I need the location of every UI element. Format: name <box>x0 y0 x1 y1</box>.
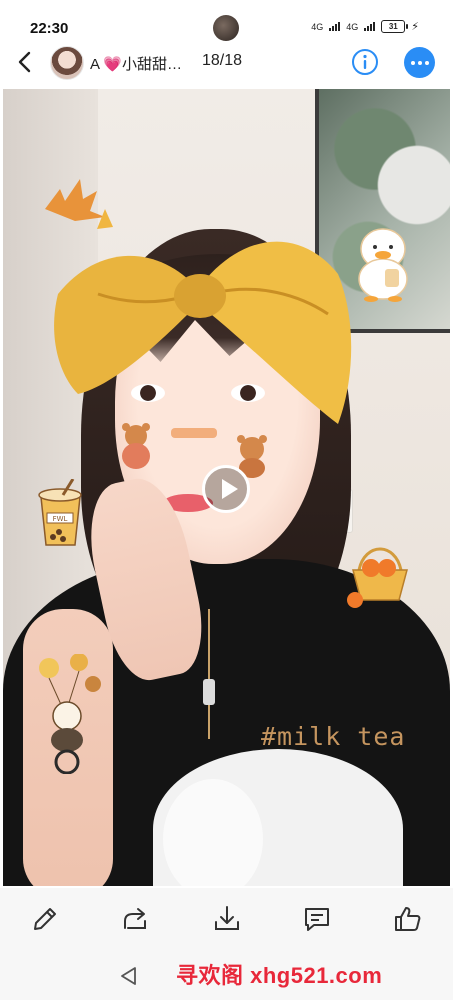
bear-balloon-sticker <box>39 654 101 774</box>
signal-icon-2 <box>364 22 376 31</box>
duck-sticker <box>358 228 408 302</box>
network-label-1: 4G <box>311 21 324 32</box>
pendant <box>203 679 215 705</box>
network-label-2: 4G <box>346 21 359 32</box>
charging-icon: ⚡ <box>411 21 419 33</box>
status-indicators: 4G 4G 31 ⚡ <box>311 20 419 33</box>
necklace <box>208 609 210 739</box>
media-viewer[interactable]: FWL #milk tea <box>3 89 450 886</box>
fruit-basket-sticker <box>347 547 408 608</box>
milk-tea-label: FWL <box>53 515 68 523</box>
album-title[interactable]: A 💗小甜甜… <box>90 53 182 74</box>
signal-icon <box>329 22 341 31</box>
triangle-back-icon[interactable] <box>118 965 140 987</box>
comment-icon[interactable] <box>300 902 334 936</box>
battery-icon: 31 <box>381 20 409 33</box>
info-icon[interactable] <box>351 48 379 76</box>
chevron-left-icon[interactable] <box>14 50 36 74</box>
bear-cheek-sticker-left <box>122 423 150 469</box>
action-bar <box>0 888 453 950</box>
download-icon[interactable] <box>210 902 244 936</box>
share-icon[interactable] <box>118 902 152 936</box>
status-bar: 22:30 4G 4G 31 ⚡ <box>0 0 453 41</box>
milk-tea-hashtag: #milk tea <box>261 722 406 751</box>
viewer-header: A 💗小甜甜… 18/18 <box>0 38 453 88</box>
thumbs-up-icon[interactable] <box>390 902 424 936</box>
page-counter: 18/18 <box>202 52 243 69</box>
leaf-sticker <box>45 179 113 229</box>
status-time: 22:30 <box>30 20 69 37</box>
avatar[interactable] <box>50 46 84 80</box>
milk-tea-sticker: FWL <box>38 479 82 546</box>
play-icon[interactable] <box>202 465 250 513</box>
system-nav-bar: 寻欢阁 xhg521.com <box>0 950 453 1000</box>
nose-bandage-sticker <box>171 428 217 438</box>
pencil-icon[interactable] <box>28 902 62 936</box>
more-icon[interactable] <box>404 47 435 78</box>
site-watermark: 寻欢阁 xhg521.com <box>176 963 383 988</box>
